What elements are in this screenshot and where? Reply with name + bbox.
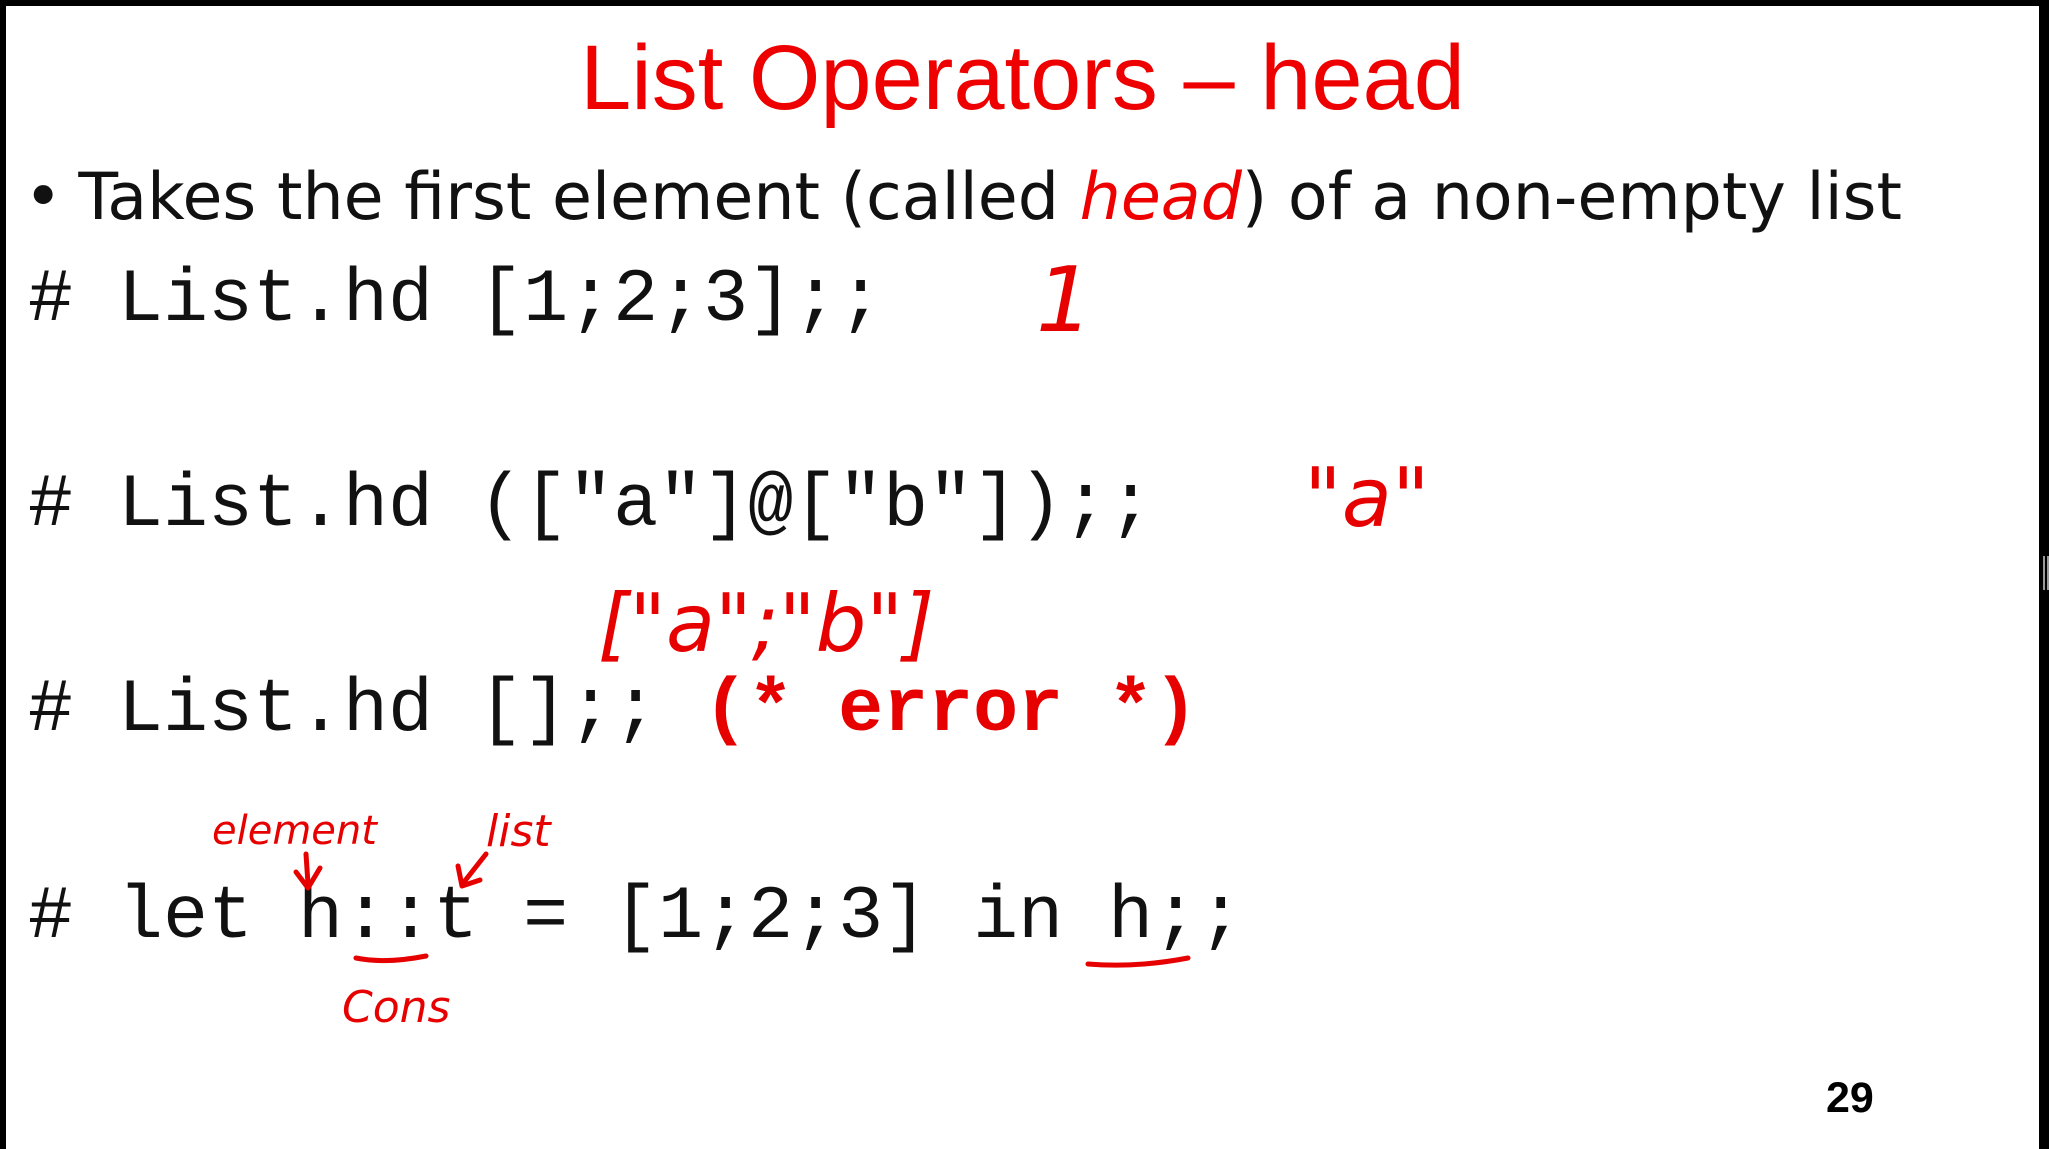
code-line-3: # List.hd [];; (* error *)	[28, 666, 1198, 756]
annotation-element-label: element	[212, 808, 378, 854]
bullet-text-before: Takes the first element (called	[78, 160, 1080, 235]
code-line-3-text: # List.hd [];;	[28, 668, 659, 753]
slide-title: List Operators – head	[580, 27, 1465, 129]
slide: List Operators – head • Takes the first e…	[6, 6, 2039, 1149]
bullet-marker: •	[24, 160, 63, 235]
annotation-result-2: "a"	[1304, 451, 1430, 546]
bullet-point: • Takes the first element (called head) o…	[24, 158, 1902, 238]
annotation-result-1: 1	[1036, 248, 1093, 353]
code-line-2: # List.hd (["a"]@["b"]);;	[28, 463, 1154, 548]
code-line-1: # List.hd [1;2;3];;	[28, 258, 884, 343]
bullet-emphasis: head	[1079, 160, 1242, 235]
page-number: 29	[1826, 1074, 1874, 1122]
annotation-list-label: list	[486, 806, 552, 857]
annotation-cons-label: Cons	[342, 982, 450, 1033]
code-line-4: # let h::t = [1;2;3] in h;;	[28, 875, 1244, 960]
scrollbar-handle[interactable]	[2043, 556, 2049, 590]
bullet-text-after: ) of a non-empty list	[1241, 160, 1902, 235]
annotation-concat-result: ["a";"b"]	[598, 577, 934, 670]
error-comment: (* error *)	[703, 668, 1199, 753]
